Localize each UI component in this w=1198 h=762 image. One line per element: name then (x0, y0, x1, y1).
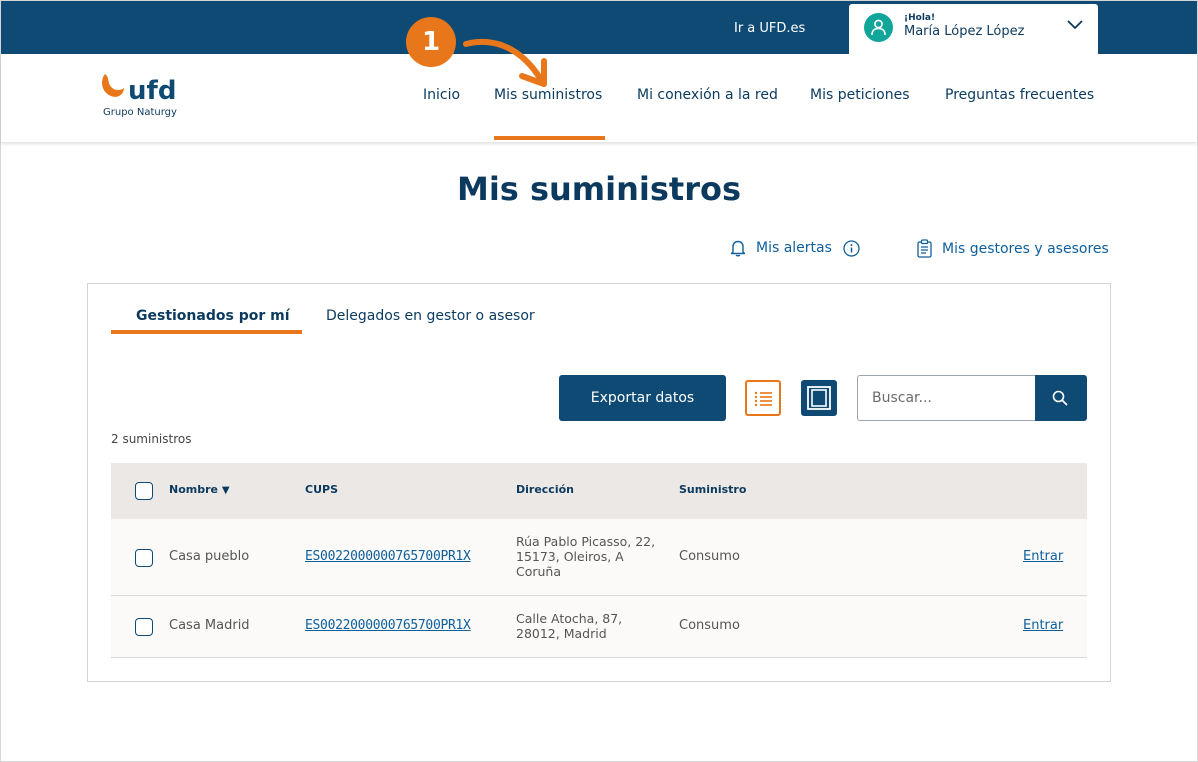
row-supply-type: Consumo (679, 618, 740, 633)
table-row: Casa pueblo ES0022000000765700PR1X Rúa P… (111, 519, 1087, 596)
search-input[interactable] (857, 375, 1035, 421)
user-menu[interactable]: ¡Hola! María López López (849, 4, 1098, 54)
active-tab-indicator (111, 330, 302, 334)
ufd-logo[interactable]: ufd (99, 72, 179, 106)
logo-text: ufd (128, 76, 176, 106)
list-view-button[interactable] (745, 380, 781, 416)
table-header: Nombre ▼ CUPS Dirección Suministro (111, 463, 1087, 519)
header-cups: CUPS (305, 483, 338, 496)
supplies-table: Nombre ▼ CUPS Dirección Suministro Casa … (111, 463, 1087, 658)
row-cups-link[interactable]: ES0022000000765700PR1X (305, 549, 471, 564)
row-address: Rúa Pablo Picasso, 22, 15173, Oleiros, A… (516, 534, 656, 579)
tab-delegados[interactable]: Delegados en gestor o asesor (326, 308, 535, 324)
arrow-icon (463, 38, 547, 87)
alerts-link[interactable]: Mis alertas (730, 239, 870, 257)
header-direccion: Dirección (516, 483, 574, 496)
page-title: Mis suministros (456, 170, 742, 208)
row-enter-link[interactable]: Entrar (1023, 618, 1063, 633)
row-cups-link[interactable]: ES0022000000765700PR1X (305, 618, 471, 633)
row-supply-type: Consumo (679, 549, 740, 564)
user-avatar-icon (864, 13, 893, 42)
clipboard-icon (917, 239, 932, 258)
row-address: Calle Atocha, 87, 28012, Madrid (516, 611, 623, 641)
export-button[interactable]: Exportar datos (559, 375, 726, 421)
row-enter-link[interactable]: Entrar (1023, 549, 1063, 564)
supplies-card: Gestionados por mí Delegados en gestor o… (87, 283, 1111, 682)
nav-item-mi-conexion[interactable]: Mi conexión a la red (637, 87, 778, 103)
header-nombre[interactable]: Nombre ▼ (169, 483, 230, 496)
managers-link[interactable]: Mis gestores y asesores (917, 239, 1109, 258)
nav-item-inicio[interactable]: Inicio (423, 87, 460, 103)
step-badge: 1 (406, 17, 456, 67)
bell-icon (730, 240, 746, 257)
search-button[interactable] (1035, 375, 1087, 421)
row-name: Casa pueblo (169, 549, 250, 564)
select-all-checkbox[interactable] (135, 482, 153, 500)
user-name: María López López (904, 24, 1025, 39)
list-icon (754, 391, 772, 407)
main-header: ufd Grupo Naturgy Inicio Mis suministros… (1, 54, 1197, 142)
row-name: Casa Madrid (169, 618, 250, 633)
sort-down-icon: ▼ (221, 485, 230, 496)
tab-gestionados[interactable]: Gestionados por mí (136, 308, 290, 324)
search-icon (1052, 390, 1068, 406)
row-checkbox[interactable] (135, 549, 153, 567)
header-suministro: Suministro (679, 483, 747, 496)
table-row: Casa Madrid ES0022000000765700PR1X Calle… (111, 596, 1087, 658)
chevron-down-icon[interactable] (1067, 20, 1083, 30)
card-view-icon (807, 386, 831, 410)
supplies-count: 2 suministros (111, 432, 192, 446)
nav-item-mis-peticiones[interactable]: Mis peticiones (810, 87, 910, 103)
user-greeting: ¡Hola! (904, 13, 936, 23)
logo-subtitle: Grupo Naturgy (103, 107, 177, 118)
card-view-button[interactable] (801, 380, 837, 416)
managers-label: Mis gestores y asesores (942, 240, 1109, 257)
nav-item-preguntas-frecuentes[interactable]: Preguntas frecuentes (945, 87, 1094, 103)
alerts-label: Mis alertas (756, 240, 832, 256)
info-icon[interactable] (843, 239, 860, 257)
row-checkbox[interactable] (135, 618, 153, 636)
active-nav-indicator (494, 136, 605, 140)
ufd-site-link[interactable]: Ir a UFD.es (734, 21, 805, 36)
